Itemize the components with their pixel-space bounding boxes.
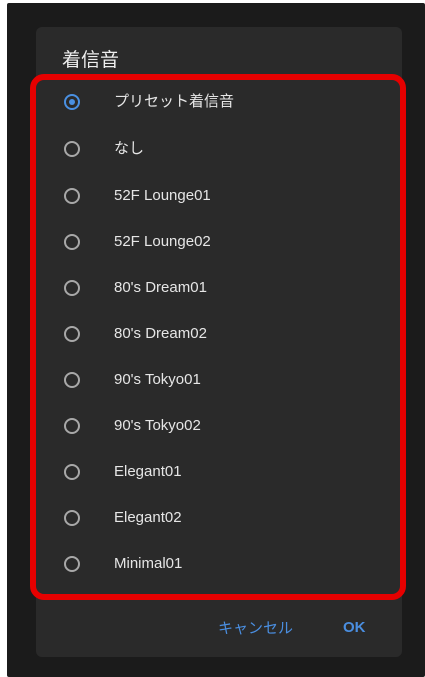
- option-label: 52F Lounge01: [114, 187, 211, 204]
- radio-unselected-icon[interactable]: [64, 234, 80, 250]
- ringtone-option-preset[interactable]: プリセット着信音: [36, 80, 402, 126]
- ringtone-option-80s-dream01[interactable]: 80's Dream01: [36, 266, 402, 312]
- option-label: Elegant02: [114, 509, 182, 526]
- ringtone-option-90s-tokyo02[interactable]: 90's Tokyo02: [36, 404, 402, 450]
- option-label: Elegant01: [114, 463, 182, 480]
- radio-unselected-icon[interactable]: [64, 141, 80, 157]
- option-label: 90's Tokyo01: [114, 371, 201, 388]
- ringtone-option-minimal01[interactable]: Minimal01: [36, 542, 402, 588]
- option-label: 80's Dream02: [114, 325, 207, 342]
- cancel-button[interactable]: キャンセル: [218, 618, 293, 638]
- ringtone-option-80s-dream02[interactable]: 80's Dream02: [36, 312, 402, 358]
- option-label: プリセット着信音: [114, 93, 235, 110]
- radio-unselected-icon[interactable]: [64, 418, 80, 434]
- ringtone-list: プリセット着信音 なし 52F Lounge01 52F Lounge02 80…: [36, 80, 402, 600]
- option-label: 90's Tokyo02: [114, 417, 201, 434]
- radio-unselected-icon[interactable]: [64, 280, 80, 296]
- option-label: Minimal01: [114, 555, 183, 572]
- radio-unselected-icon[interactable]: [64, 326, 80, 342]
- ringtone-option-elegant01[interactable]: Elegant01: [36, 450, 402, 496]
- option-label: なし: [114, 140, 145, 157]
- radio-unselected-icon[interactable]: [64, 188, 80, 204]
- dialog-title: 着信音: [62, 49, 120, 71]
- ringtone-option-90s-tokyo01[interactable]: 90's Tokyo01: [36, 358, 402, 404]
- radio-selected-icon[interactable]: [64, 94, 80, 110]
- radio-unselected-icon[interactable]: [64, 510, 80, 526]
- option-label: 80's Dream01: [114, 279, 207, 296]
- ringtone-option-none[interactable]: なし: [36, 127, 402, 173]
- option-label: 52F Lounge02: [114, 233, 211, 250]
- ringtone-option-elegant02[interactable]: Elegant02: [36, 496, 402, 542]
- radio-unselected-icon[interactable]: [64, 464, 80, 480]
- ringtone-option-52f-lounge02[interactable]: 52F Lounge02: [36, 220, 402, 266]
- radio-unselected-icon[interactable]: [64, 372, 80, 388]
- radio-unselected-icon[interactable]: [64, 556, 80, 572]
- ok-button[interactable]: OK: [343, 618, 366, 638]
- ringtone-option-52f-lounge01[interactable]: 52F Lounge01: [36, 174, 402, 220]
